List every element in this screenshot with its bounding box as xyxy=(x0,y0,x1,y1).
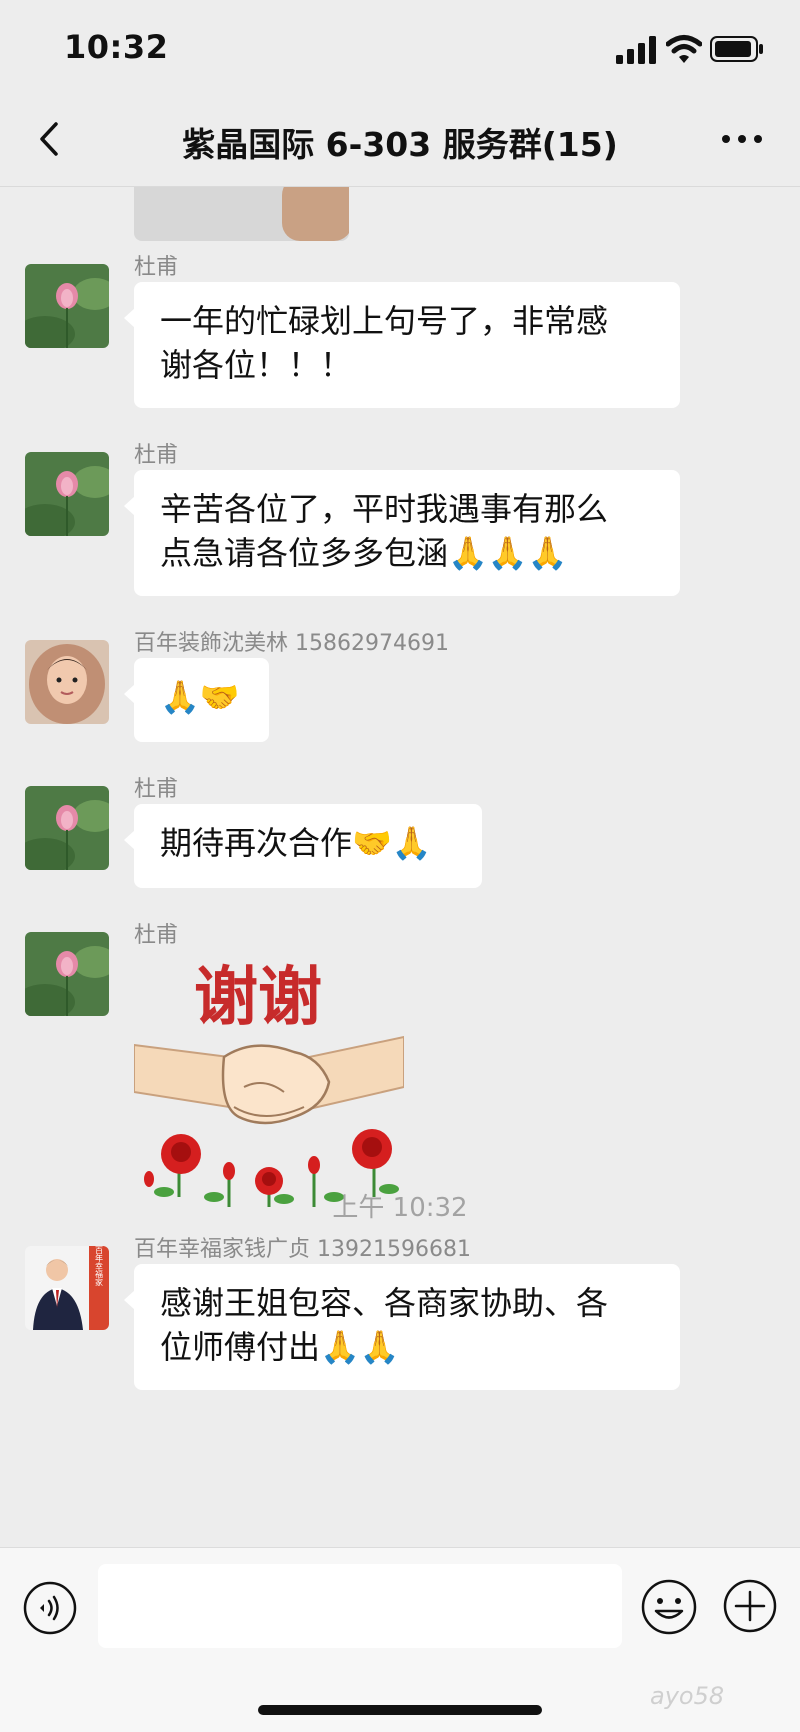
message-bubble[interactable]: 一年的忙碌划上句号了，非常感 谢各位！！！ xyxy=(124,282,680,408)
message-timestamp: 上午 10:32 xyxy=(332,1193,468,1223)
message-bubble[interactable]: 🙏🤝 xyxy=(124,658,269,742)
sender-name: 百年装飾沈美林 15862974691 xyxy=(134,631,449,656)
thank-you-sticker[interactable]: 谢谢 xyxy=(134,957,404,1217)
message-text: 期待再次合作🤝🙏 xyxy=(160,824,432,862)
battery-icon xyxy=(710,36,763,62)
message-text: 🙏🤝 xyxy=(160,678,240,716)
message-list[interactable]: 杜甫 一年的忙碌划上句号了，非常感 谢各位！！！ 杜甫 辛苦各位了，平时我遇事有… xyxy=(0,187,800,1547)
voice-input-icon[interactable] xyxy=(22,1580,78,1636)
agent-avatar[interactable]: 百年幸福家 xyxy=(25,1246,109,1330)
previous-image-message[interactable] xyxy=(134,187,349,241)
sticker-caption: 谢谢 xyxy=(194,960,322,1035)
status-time: 10:32 xyxy=(64,28,169,66)
lotus-avatar[interactable] xyxy=(25,786,109,870)
plus-icon[interactable] xyxy=(722,1578,778,1634)
sender-name: 杜甫 xyxy=(134,255,179,280)
message-bubble[interactable]: 感谢王姐包容、各商家协助、各 位师傅付出🙏🙏 xyxy=(124,1264,680,1390)
sender-name: 杜甫 xyxy=(134,443,179,468)
brand-logo-text: 百年幸福家 xyxy=(95,1246,104,1286)
message-text: 辛苦各位了，平时我遇事有那么 xyxy=(160,490,609,528)
girl-avatar[interactable] xyxy=(25,640,109,724)
lotus-avatar[interactable] xyxy=(25,452,109,536)
message-text: 点急请各位多多包涵🙏🙏🙏 xyxy=(160,534,568,572)
wifi-icon xyxy=(666,35,702,63)
chat-header: 紫晶国际 6-303 服务群(15) xyxy=(0,96,800,187)
cellular-signal-icon xyxy=(616,36,656,64)
home-indicator[interactable] xyxy=(258,1705,542,1715)
input-toolbar: ayo58 xyxy=(0,1547,800,1732)
message-text: 谢各位！！！ xyxy=(160,346,353,384)
message-bubble[interactable]: 辛苦各位了，平时我遇事有那么 点急请各位多多包涵🙏🙏🙏 xyxy=(124,470,680,596)
message-text: 一年的忙碌划上句号了，非常感 xyxy=(160,302,609,340)
message-text: 感谢王姐包容、各商家协助、各 xyxy=(160,1284,609,1322)
emoji-icon[interactable] xyxy=(640,1578,698,1636)
message-text: 位师傅付出🙏🙏 xyxy=(160,1328,400,1366)
image-content xyxy=(282,187,349,241)
lotus-avatar[interactable] xyxy=(25,264,109,348)
sender-name: 杜甫 xyxy=(134,777,179,802)
message-bubble[interactable]: 期待再次合作🤝🙏 xyxy=(124,804,482,888)
message-input[interactable] xyxy=(98,1564,622,1648)
sender-name: 杜甫 xyxy=(134,923,179,948)
status-bar: 10:32 xyxy=(0,0,800,96)
chat-title: 紫晶国际 6-303 服务群(15) xyxy=(182,125,618,164)
sender-name: 百年幸福家钱广贞 13921596681 xyxy=(134,1237,471,1262)
lotus-avatar[interactable] xyxy=(25,932,109,1016)
watermark: ayo58 xyxy=(650,1682,725,1710)
more-options-icon[interactable] xyxy=(712,114,772,164)
